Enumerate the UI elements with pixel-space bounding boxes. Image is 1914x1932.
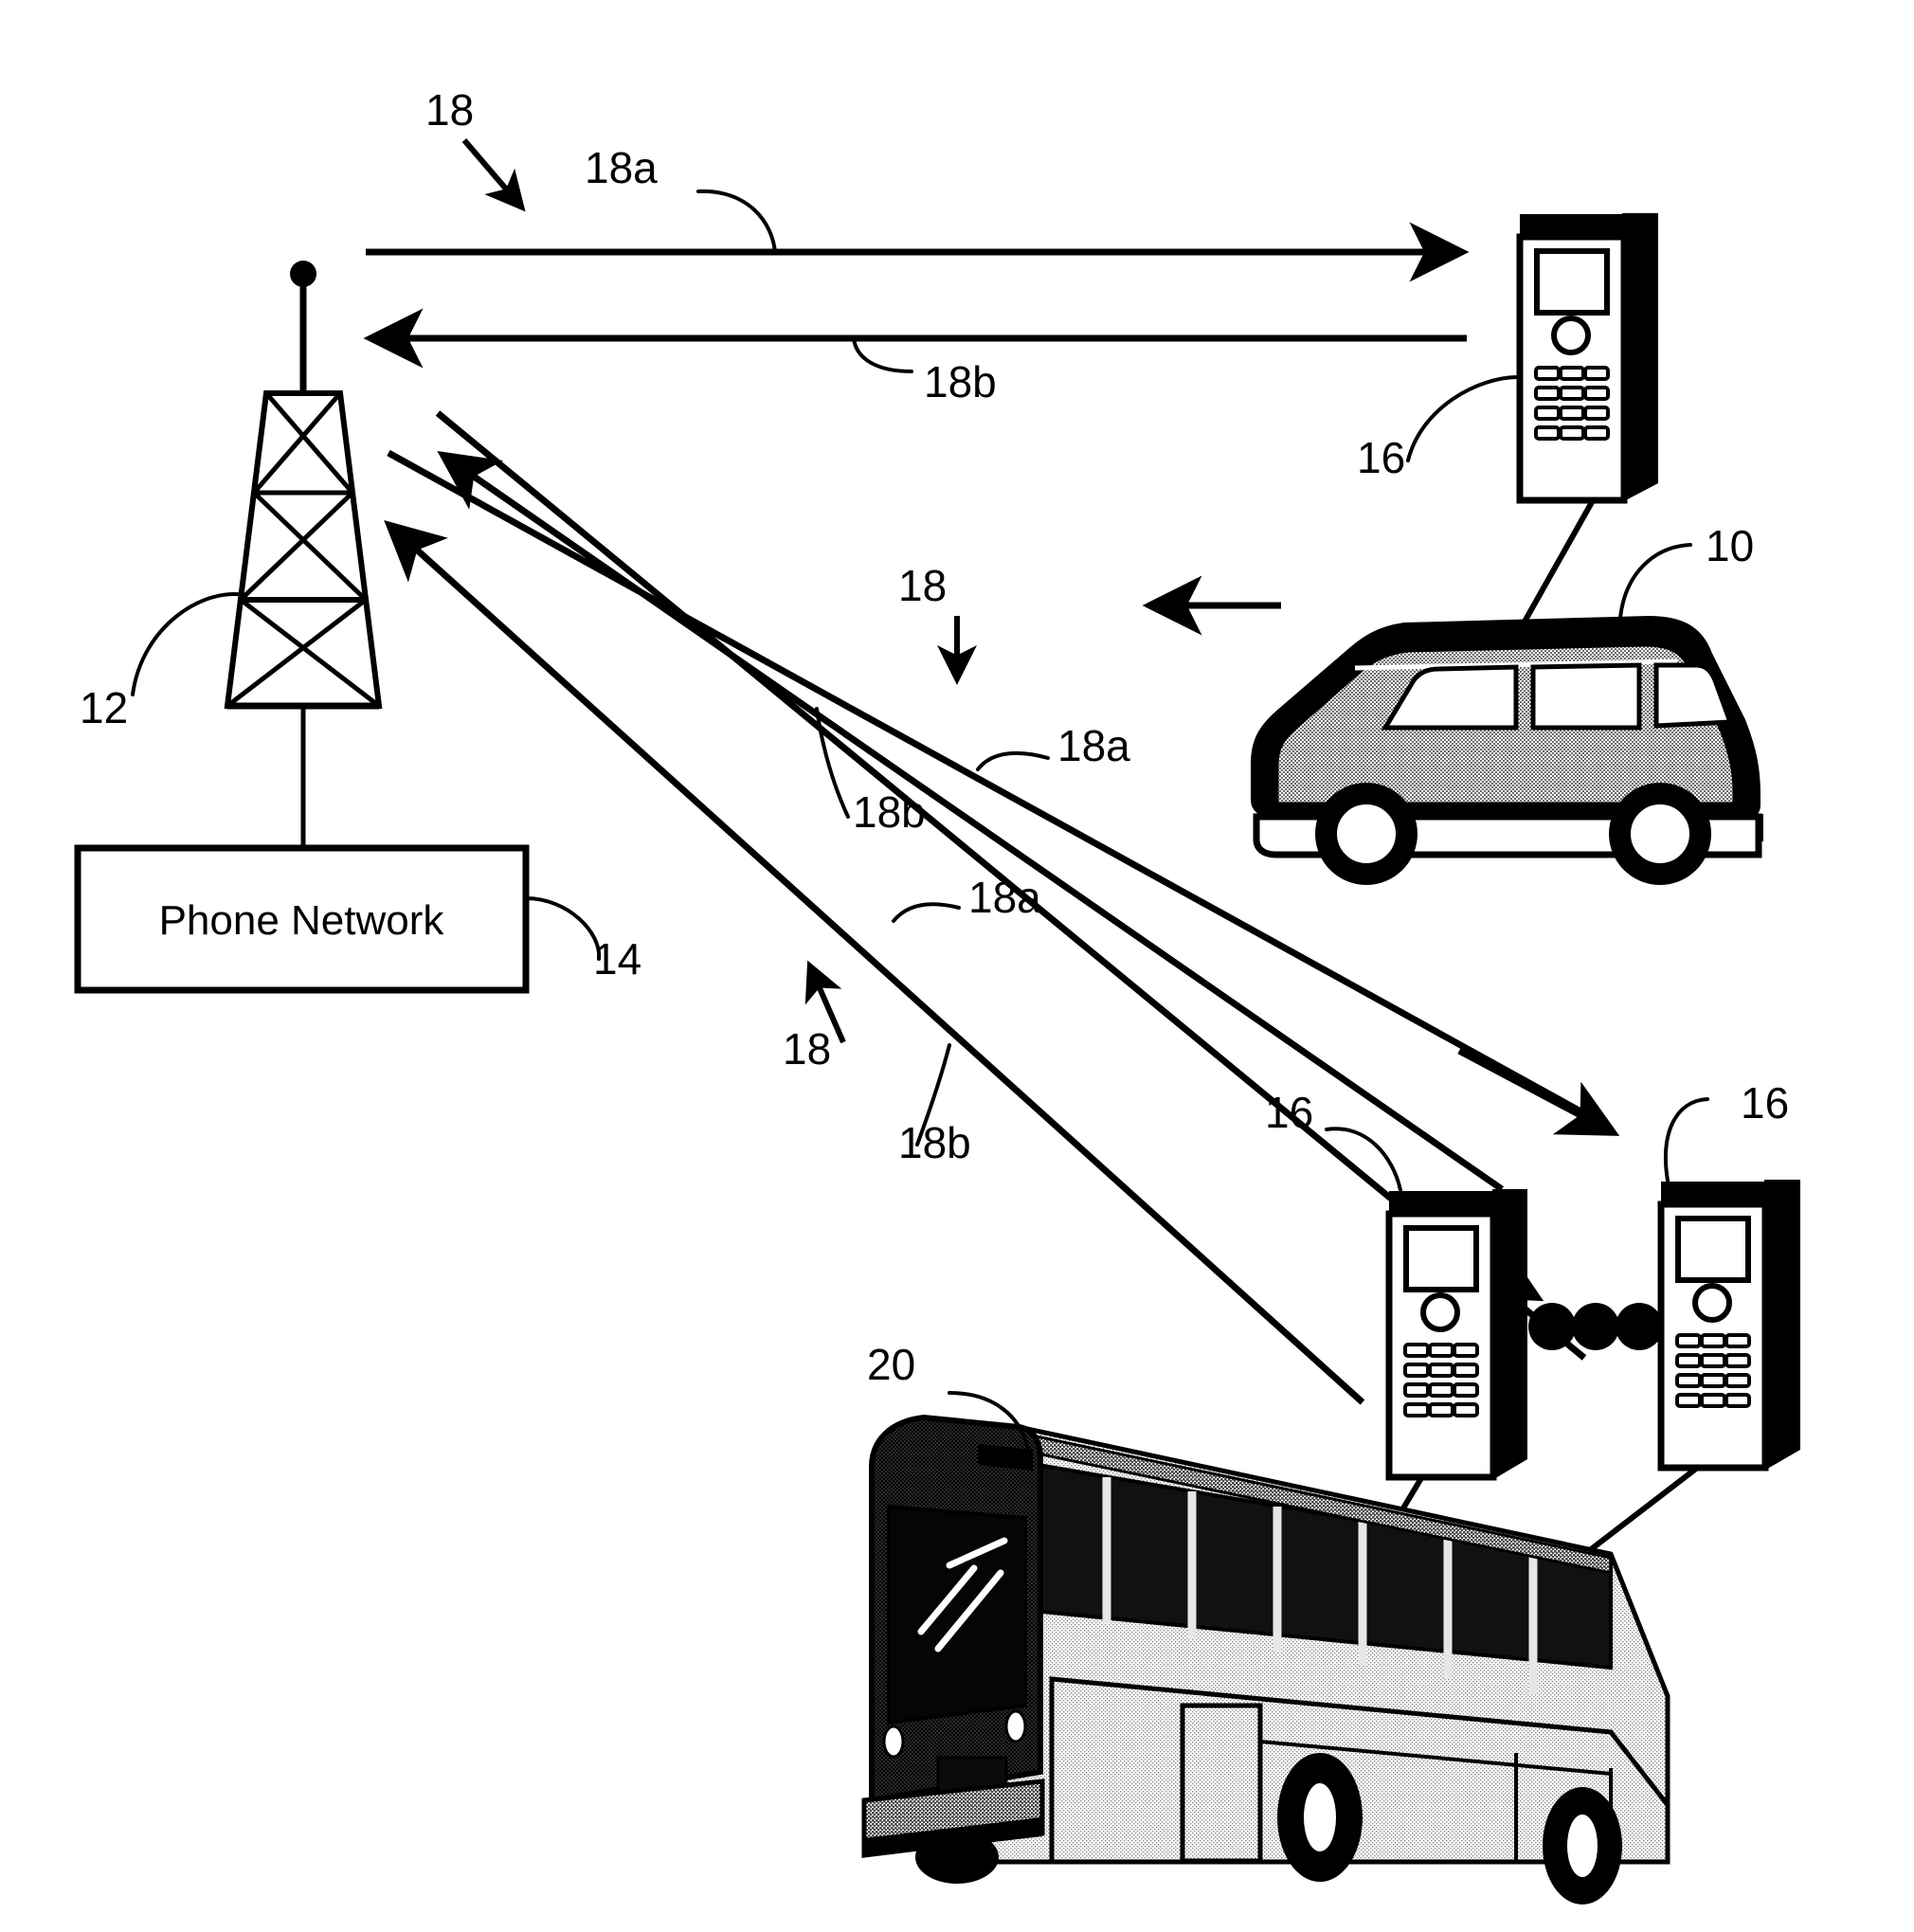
leader-18b-top	[852, 336, 913, 373]
vehicle-bus-icon	[861, 1414, 1670, 1905]
cell-tower-icon	[224, 261, 383, 848]
ref-20-bus: 20	[867, 1340, 915, 1389]
leader-phone-network	[524, 896, 602, 961]
ellipsis-dots	[1528, 1303, 1663, 1350]
patent-figure: Phone Network 18 18a 18b 16 10 12 18 18a…	[0, 0, 1914, 1932]
connector-phone-to-car	[1513, 500, 1595, 639]
group-arrow-18-top	[461, 138, 526, 212]
phone-network-label: Phone Network	[159, 897, 445, 944]
ref-18-top: 18	[425, 85, 474, 135]
mobile-phone-bus-right	[1657, 1180, 1800, 1472]
leader-tower	[131, 592, 246, 696]
ref-18b-low: 18b	[898, 1118, 971, 1167]
ref-16-bus-right: 16	[1741, 1078, 1789, 1128]
ref-16-top-phone: 16	[1357, 433, 1405, 482]
mobile-phone-top	[1516, 213, 1658, 504]
leader-16-top-phone	[1406, 375, 1520, 462]
ref-10-car: 10	[1706, 521, 1754, 570]
ref-12-tower: 12	[80, 683, 128, 732]
mobile-phone-bus-left	[1385, 1189, 1527, 1481]
ref-18b-mid-1: 18b	[853, 787, 926, 837]
leader-18a-top	[696, 189, 777, 254]
leader-16-bus-left	[1325, 1127, 1402, 1192]
beam-arrow-to-phones-a	[1457, 1047, 1620, 1136]
ref-18a-mid-2: 18a	[968, 873, 1041, 922]
leader-18a-mid1	[976, 750, 1050, 771]
leader-10-car	[1618, 543, 1692, 620]
leader-18a-mid2	[892, 902, 961, 923]
ref-18a-mid-1: 18a	[1057, 721, 1130, 770]
ref-18-mid: 18	[898, 561, 947, 610]
ref-18b-top: 18b	[924, 357, 997, 406]
ref-18a-top: 18a	[585, 143, 658, 192]
ref-16-bus-left: 16	[1265, 1088, 1313, 1137]
ref-18-low: 18	[783, 1024, 831, 1074]
leader-16-bus-right	[1663, 1097, 1709, 1183]
figure-canvas: Phone Network 18 18a 18b 16 10 12 18 18a…	[74, 85, 1800, 1905]
ref-14-network: 14	[593, 934, 641, 984]
vehicle-car-icon	[1251, 615, 1763, 885]
beam-line-4	[384, 519, 1365, 1405]
